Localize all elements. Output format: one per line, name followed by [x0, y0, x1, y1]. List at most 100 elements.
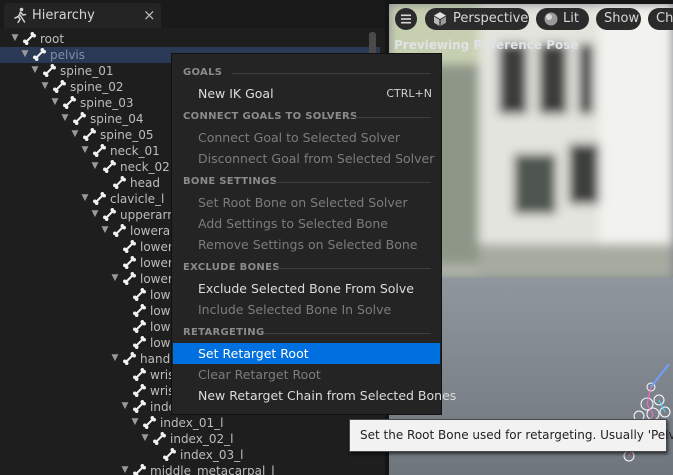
menu-item-label: New IK Goal	[198, 86, 274, 101]
bone-icon	[143, 416, 156, 429]
bone-icon	[123, 256, 136, 269]
expand-arrow-icon[interactable]: ▼	[128, 414, 142, 430]
bone-tree-row[interactable]: ▼ root	[0, 31, 380, 47]
expand-arrow-icon[interactable]: ▼	[58, 110, 72, 126]
bone-icon	[133, 304, 146, 317]
show-label: Show	[604, 11, 640, 26]
expand-arrow-icon[interactable]: ▼	[108, 350, 122, 366]
expand-arrow-icon[interactable]: ▼	[68, 126, 82, 142]
bone-name: middle_metacarpal_l	[150, 464, 275, 475]
expand-arrow-icon[interactable]: ▼	[78, 142, 92, 158]
viewport-toolbar: Perspective Lit Show Ch	[389, 4, 673, 34]
menu-header-bone-settings: BONE SETTINGS	[183, 176, 278, 187]
tooltip-text: Set the Root Bone used for retargeting. …	[360, 428, 673, 442]
menu-item-connect-goal[interactable]: Connect Goal to Selected Solver	[173, 127, 440, 148]
bone-name: index_02_l	[170, 432, 234, 446]
overflow-toolbar-label: Ch	[656, 11, 673, 26]
menu-header-connect-goals: CONNECT GOALS TO SOLVERS	[183, 111, 358, 122]
menu-item-label: Disconnect Goal from Selected Solver	[198, 151, 435, 166]
bone-icon	[133, 368, 146, 381]
menu-item-clear-retarget-root[interactable]: Clear Retarget Root	[173, 364, 440, 385]
expand-arrow-icon[interactable]: ▼	[38, 78, 52, 94]
menu-separator	[264, 333, 431, 334]
expand-arrow-icon[interactable]: ▼	[18, 46, 32, 62]
menu-item-shortcut: CTRL+N	[386, 87, 432, 100]
bone-name: low	[150, 336, 171, 350]
context-menu: GOALS New IK Goal CTRL+N CONNECT GOALS T…	[171, 53, 456, 415]
menu-item-set-root-bone[interactable]: Set Root Bone on Selected Solver	[173, 192, 440, 213]
bone-icon	[23, 32, 36, 45]
bone-icon	[113, 176, 126, 189]
lit-sphere-icon	[544, 12, 558, 26]
menu-item-disconnect-goal[interactable]: Disconnect Goal from Selected Solver	[173, 148, 440, 169]
hierarchy-tab[interactable]: Hierarchy ×	[4, 3, 161, 28]
bone-icon	[83, 128, 96, 141]
menu-item-label: Exclude Selected Bone From Solve	[198, 281, 414, 296]
bone-name: lowera	[130, 224, 171, 238]
menu-item-label: Set Root Bone on Selected Solver	[198, 195, 408, 210]
overflow-toolbar-button[interactable]: Ch	[648, 8, 673, 30]
menu-item-add-settings[interactable]: Add Settings to Selected Bone	[173, 213, 440, 234]
bone-tree-row[interactable]: ▼ index_02_l	[0, 431, 380, 447]
bone-tree-row[interactable]: ▼ middle_metacarpal_l	[0, 463, 380, 475]
bone-tree-row[interactable]: ▼ index_01_l	[0, 415, 380, 431]
menu-item-label: Connect Goal to Selected Solver	[198, 130, 401, 145]
bone-icon	[53, 80, 66, 93]
close-icon[interactable]: ×	[143, 6, 156, 24]
cube-icon	[434, 12, 446, 26]
bone-name: lower	[140, 256, 173, 270]
menu-item-label: New Retarget Chain from Selected Bones	[198, 388, 457, 403]
expand-arrow-icon[interactable]: ▼	[78, 190, 92, 206]
bone-icon	[133, 384, 146, 397]
lit-label: Lit	[563, 11, 579, 26]
menu-header-exclude-bones: EXCLUDE BONES	[183, 262, 280, 273]
lit-button[interactable]: Lit	[536, 8, 589, 30]
bone-name: neck_01	[110, 144, 160, 158]
menu-item-label: Remove Settings on Selected Bone	[198, 237, 418, 252]
bone-name: low	[150, 320, 171, 334]
perspective-button[interactable]: Perspective	[425, 8, 529, 30]
expand-arrow-icon[interactable]: ▼	[48, 94, 62, 110]
menu-item-new-ik-goal[interactable]: New IK Goal CTRL+N	[173, 83, 440, 104]
bone-name: lower	[140, 240, 173, 254]
menu-item-new-retarget-chain[interactable]: New Retarget Chain from Selected Bones	[173, 385, 456, 406]
expand-arrow-icon[interactable]: ▼	[88, 158, 102, 174]
viewport-options-button[interactable]	[395, 8, 417, 30]
bone-icon	[103, 160, 116, 173]
bone-name: hand	[140, 352, 171, 366]
tooltip: Set the Root Bone used for retargeting. …	[349, 419, 673, 452]
menu-separator	[232, 73, 431, 74]
bone-name: spine_05	[100, 128, 154, 142]
menu-separator	[276, 268, 431, 269]
bone-name: low	[150, 288, 171, 302]
menu-item-label: Include Selected Bone In Solve	[198, 302, 392, 317]
expand-arrow-icon[interactable]: ▼	[118, 398, 132, 414]
expand-arrow-icon[interactable]: ▼	[108, 270, 122, 286]
bone-name: index_03_l	[180, 448, 244, 462]
bone-name: neck_02	[120, 160, 170, 174]
menu-item-set-retarget-root[interactable]: Set Retarget Root	[173, 343, 440, 364]
show-button[interactable]: Show	[596, 8, 641, 30]
menu-item-include-bone[interactable]: Include Selected Bone In Solve	[173, 299, 440, 320]
expand-arrow-icon[interactable]: ▼	[138, 430, 152, 446]
bone-name: lower	[140, 272, 173, 286]
skeleton-figure-icon	[14, 7, 27, 23]
menu-item-label: Clear Retarget Root	[198, 367, 321, 382]
expand-arrow-icon[interactable]: ▼	[118, 462, 132, 475]
menu-item-exclude-bone[interactable]: Exclude Selected Bone From Solve	[173, 278, 440, 299]
bone-icon	[133, 400, 146, 413]
menu-separator	[272, 182, 431, 183]
bone-name: root	[40, 32, 65, 46]
bone-icon	[113, 224, 126, 237]
bone-icon	[123, 352, 136, 365]
bone-icon	[63, 96, 76, 109]
expand-arrow-icon[interactable]: ▼	[8, 30, 22, 46]
bone-tree-row[interactable]: index_03_l	[0, 447, 380, 463]
expand-arrow-icon[interactable]: ▼	[88, 206, 102, 222]
bone-icon	[153, 432, 166, 445]
expand-arrow-icon[interactable]: ▼	[98, 222, 112, 238]
expand-arrow-icon[interactable]: ▼	[28, 62, 42, 78]
menu-item-remove-settings[interactable]: Remove Settings on Selected Bone	[173, 234, 440, 255]
bone-name: head	[130, 176, 160, 190]
bone-name: spine_03	[80, 96, 134, 110]
